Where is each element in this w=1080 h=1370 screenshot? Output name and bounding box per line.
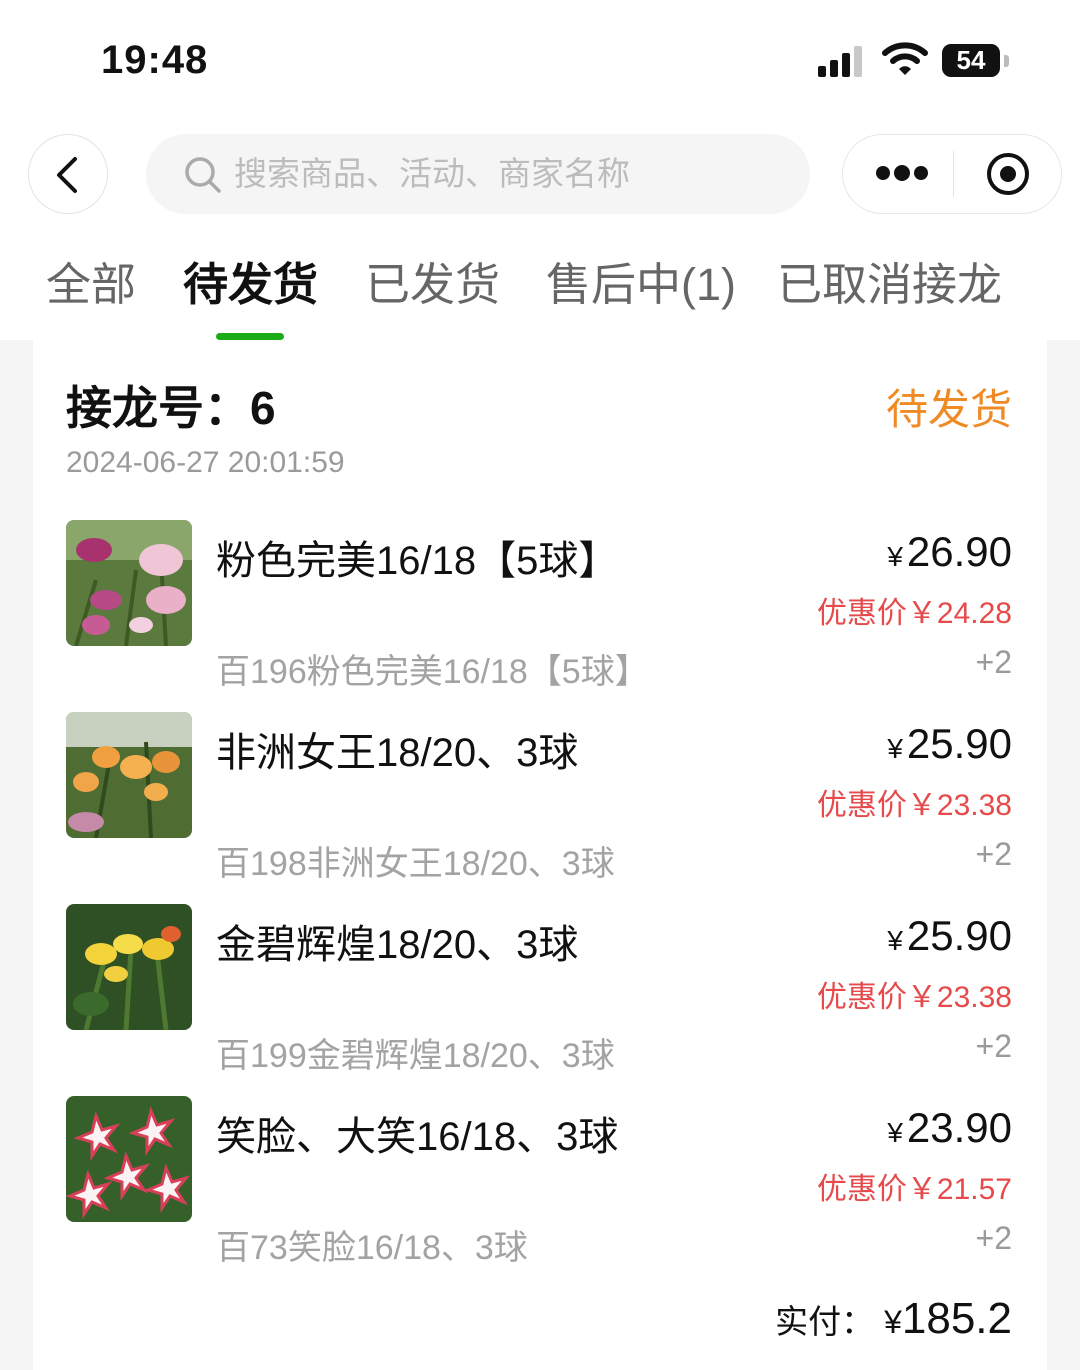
price-value: 25.90 <box>906 720 1012 767</box>
tab-shipped[interactable]: 已发货 <box>365 255 500 315</box>
mini-program-capsule <box>842 134 1062 214</box>
tab-after-sales[interactable]: 售后中(1) <box>546 255 736 315</box>
order-datetime: 2024-06-27 20:01:59 <box>66 446 345 479</box>
item-name: 笑脸、大笑16/18、3球 <box>216 1115 619 1159</box>
price-value: 25.90 <box>906 912 1012 959</box>
order-item[interactable]: 非洲女王18/20、3球 ¥25.90 优惠价￥23.38 百198非洲女王18… <box>0 712 1080 902</box>
item-price: ¥26.90 <box>887 528 1012 576</box>
item-price: ¥25.90 <box>887 720 1012 768</box>
more-dot <box>914 166 928 180</box>
item-price: ¥23.90 <box>887 1104 1012 1152</box>
order-number-value: 6 <box>250 382 276 434</box>
price-value: 26.90 <box>906 528 1012 575</box>
price-value: 23.90 <box>906 1104 1012 1151</box>
target-dot-icon <box>1000 166 1016 182</box>
close-mini-program-button[interactable] <box>954 135 1062 213</box>
tab-pending-shipment[interactable]: 待发货 <box>183 255 318 315</box>
currency-symbol: ¥ <box>887 541 903 572</box>
item-spec: 百198非洲女王18/20、3球 <box>216 845 615 883</box>
orange-lily-icon <box>66 712 192 838</box>
total-label: 实付： <box>775 1303 875 1340</box>
currency-symbol: ¥ <box>887 925 903 956</box>
tab-cancelled[interactable]: 已取消接龙 <box>777 255 1002 315</box>
item-quantity: +2 <box>975 1028 1012 1064</box>
item-discount-price: 优惠价￥24.28 <box>816 597 1012 630</box>
search-bar[interactable] <box>146 134 810 214</box>
yellow-lily-icon <box>66 904 192 1030</box>
currency-symbol: ¥ <box>887 1117 903 1148</box>
tab-active-indicator <box>216 333 284 340</box>
cellular-signal-icon <box>818 46 862 77</box>
item-quantity: +2 <box>975 644 1012 680</box>
more-options-button[interactable] <box>843 135 953 213</box>
tab-all[interactable]: 全部 <box>46 255 136 315</box>
item-name: 粉色完美16/18【5球】 <box>216 539 619 583</box>
item-name: 非洲女王18/20、3球 <box>216 731 579 775</box>
item-price: ¥25.90 <box>887 912 1012 960</box>
search-input[interactable] <box>234 134 794 214</box>
item-spec: 百196粉色完美16/18【5球】 <box>216 653 649 691</box>
item-quantity: +2 <box>975 1220 1012 1256</box>
order-item[interactable]: 粉色完美16/18【5球】 ¥26.90 优惠价￥24.28 百196粉色完美1… <box>0 520 1080 710</box>
chevron-left-icon <box>57 157 77 193</box>
item-spec: 百73笑脸16/18、3球 <box>216 1229 528 1267</box>
total-currency: ¥ <box>884 1304 902 1340</box>
order-number-label: 接龙号： <box>66 382 250 434</box>
wifi-icon <box>882 42 928 75</box>
currency-symbol: ¥ <box>887 733 903 764</box>
order-status: 待发货 <box>885 386 1012 433</box>
item-name: 金碧辉煌18/20、3球 <box>216 923 579 967</box>
status-time: 19:48 <box>101 38 209 82</box>
white-red-lily-icon <box>66 1096 192 1222</box>
item-quantity: +2 <box>975 836 1012 872</box>
search-icon <box>185 157 221 193</box>
more-dot <box>876 166 890 180</box>
total-amount: 185.2 <box>901 1294 1012 1343</box>
order-item[interactable]: 金碧辉煌18/20、3球 ¥25.90 优惠价￥23.38 百199金碧辉煌18… <box>0 904 1080 1094</box>
pink-lily-icon <box>66 520 192 646</box>
battery-icon: 54 <box>942 44 1000 77</box>
item-discount-price: 优惠价￥23.38 <box>816 981 1012 1014</box>
item-spec: 百199金碧辉煌18/20、3球 <box>216 1037 615 1075</box>
item-discount-price: 优惠价￥21.57 <box>816 1173 1012 1206</box>
back-button[interactable] <box>28 134 108 214</box>
order-item[interactable]: 笑脸、大笑16/18、3球 ¥23.90 优惠价￥21.57 百73笑脸16/1… <box>0 1096 1080 1286</box>
order-total: 实付： ¥185.2 <box>775 1294 1012 1344</box>
item-discount-price: 优惠价￥23.38 <box>816 789 1012 822</box>
battery-tip <box>1004 55 1009 67</box>
order-number: 接龙号：6 <box>66 372 276 438</box>
more-dot <box>894 165 910 181</box>
